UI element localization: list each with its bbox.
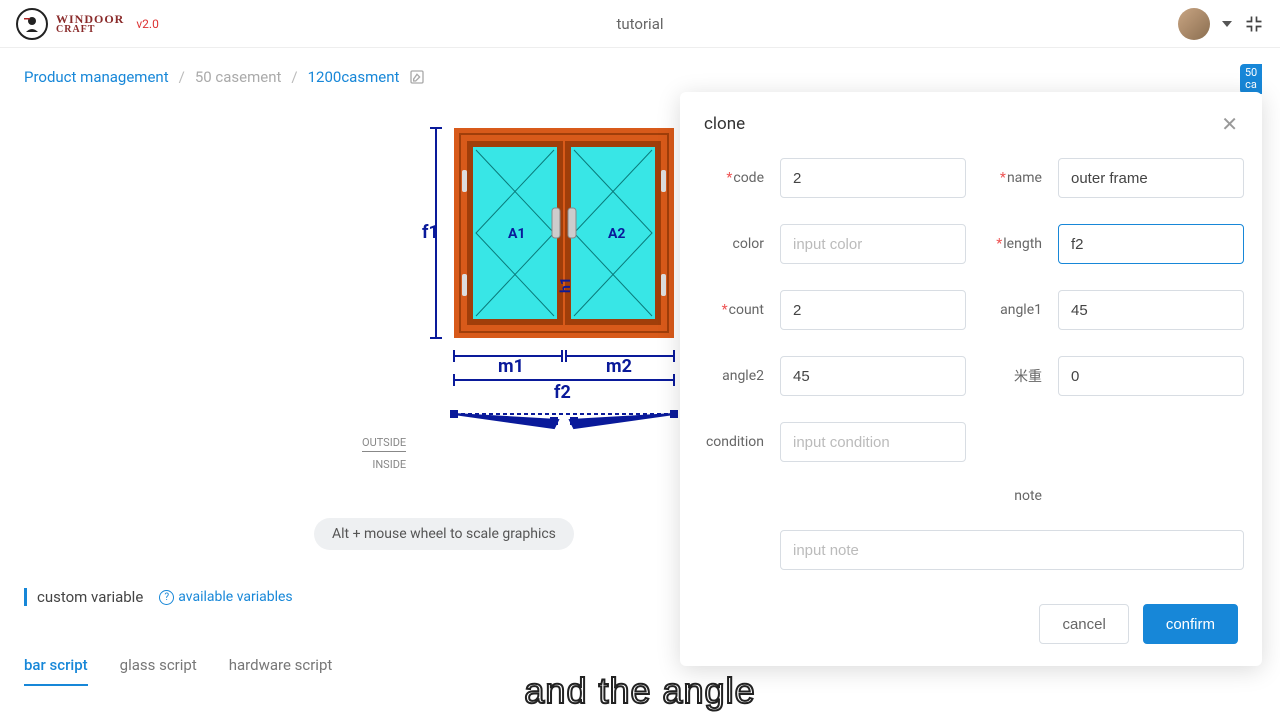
condition-field[interactable] [780, 422, 966, 462]
collapse-icon[interactable] [1244, 14, 1264, 34]
code-field[interactable] [780, 158, 966, 198]
label-color: color [704, 236, 764, 252]
label-outside: OUTSIDE [362, 436, 406, 452]
length-field[interactable] [1058, 224, 1244, 264]
side-badge[interactable]: 50 ca [1240, 64, 1262, 94]
label-angle2: angle2 [704, 368, 764, 384]
dim-m2: m2 [606, 356, 632, 377]
brand[interactable]: WINDOOR CRAFT v2.0 [16, 8, 159, 40]
tab-bar-script[interactable]: bar script [24, 656, 88, 686]
label-angle1: angle1 [982, 302, 1042, 318]
zoom-hint: Alt + mouse wheel to scale graphics [314, 518, 574, 550]
brand-line1: WINDOOR [56, 13, 124, 25]
label-length: *length [982, 236, 1042, 252]
tab-glass-script[interactable]: glass script [120, 656, 197, 686]
custom-variable-heading: custom variable [37, 588, 143, 606]
pane-a2: A2 [608, 226, 625, 242]
label-mizhong: 米重 [982, 366, 1042, 386]
note-field[interactable] [780, 530, 1244, 570]
dim-h1: h1 [558, 277, 574, 293]
topbar: WINDOOR CRAFT v2.0 tutorial [0, 0, 1280, 48]
available-variables-link[interactable]: ? available variables [159, 589, 292, 605]
clone-dialog: clone ✕ *code *name color *length *count… [680, 92, 1262, 666]
angle2-field[interactable] [780, 356, 966, 396]
label-count: *count [704, 302, 764, 318]
confirm-button[interactable]: confirm [1143, 604, 1238, 644]
dim-f2: f2 [554, 382, 571, 403]
angle1-field[interactable] [1058, 290, 1244, 330]
crumb-series[interactable]: 50 casement [195, 68, 282, 86]
name-field[interactable] [1058, 158, 1244, 198]
logo-text: WINDOOR CRAFT [56, 13, 124, 35]
edit-icon[interactable] [409, 69, 425, 85]
tab-hardware-script[interactable]: hardware script [229, 656, 333, 686]
brand-line2: CRAFT [56, 25, 124, 35]
subtitle-caption: and the angle [524, 670, 755, 712]
label-note: note [982, 488, 1042, 504]
logo-icon [16, 8, 48, 40]
label-condition: condition [704, 434, 764, 450]
breadcrumb: Product management / 50 casement / 1200c… [0, 48, 1280, 98]
crumb-current[interactable]: 1200casment [308, 68, 400, 86]
window-diagram[interactable]: f1 A1 A2 h1 m1 m2 f2 [354, 118, 694, 478]
cancel-button[interactable]: cancel [1039, 604, 1128, 644]
user-menu-caret-icon[interactable] [1222, 21, 1232, 27]
page-title: tutorial [616, 15, 663, 33]
version-label: v2.0 [136, 17, 158, 31]
count-field[interactable] [780, 290, 966, 330]
dim-m1: m1 [498, 356, 524, 377]
mizhong-field[interactable] [1058, 356, 1244, 396]
color-field[interactable] [780, 224, 966, 264]
pane-a1: A1 [508, 226, 525, 242]
close-icon[interactable]: ✕ [1221, 112, 1238, 136]
label-inside: INSIDE [372, 458, 406, 473]
label-name: *name [982, 170, 1042, 186]
dialog-title: clone [704, 114, 745, 134]
help-icon: ? [159, 590, 174, 605]
avatar[interactable] [1178, 8, 1210, 40]
crumb-product[interactable]: Product management [24, 68, 169, 86]
side-labels: OUTSIDE INSIDE [362, 436, 406, 473]
dim-f1: f1 [422, 222, 439, 243]
label-code: *code [704, 170, 764, 186]
